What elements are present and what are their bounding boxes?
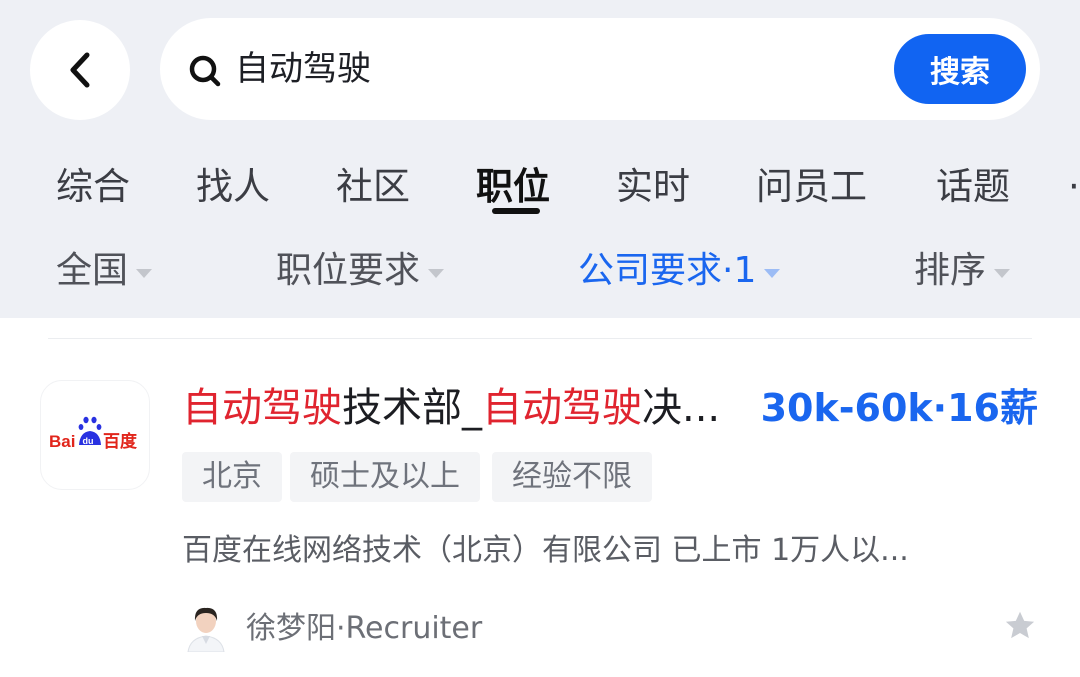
caret-down-icon [428,268,445,278]
tag-experience: 经验不限 [492,452,652,502]
star-icon[interactable] [1002,608,1038,644]
tab-ask-employees[interactable]: 问员工 [756,162,867,212]
company-info: 百度在线网络技术（北京）有限公司 已上市 1万人以... [182,533,909,568]
divider [48,338,1032,339]
filter-sort-label: 排序 [914,250,987,291]
job-title-highlight: 自动驾驶 [482,385,642,431]
tab-people[interactable]: 找人 [196,162,270,212]
tab-community[interactable]: 社区 [336,162,410,212]
active-tab-indicator [492,208,540,214]
filter-job-requirements[interactable]: 职位要求 [276,246,445,296]
filter-job-requirements-label: 职位要求 [276,250,421,291]
svg-text:百度: 百度 [103,431,138,452]
job-title[interactable]: 自动驾驶技术部_自动驾驶决... [182,380,742,436]
search-header: 自动驾驶 搜索 综合 找人 社区 职位 实时 问员工 话题 · 全国 职位要求 … [0,0,1080,318]
filter-company-requirements-label: 公司要求·1 [578,250,757,291]
recruiter-name: 徐梦阳·Recruiter [246,611,483,646]
salary-label: 30k-60k·16薪 [760,386,1038,430]
caret-down-icon [764,268,781,278]
filter-region[interactable]: 全国 [56,246,153,296]
tab-topics[interactable]: 话题 [936,162,1010,212]
recruiter-avatar [187,607,225,652]
tab-comprehensive[interactable]: 综合 [56,162,130,212]
tab-realtime[interactable]: 实时 [616,162,690,212]
job-title-text: 决... [642,385,721,431]
company-logo[interactable]: Bai du 百度 [40,380,150,490]
job-title-highlight: 自动驾驶 [182,385,342,431]
tag-education: 硕士及以上 [290,452,480,502]
filter-region-label: 全国 [56,250,129,291]
caret-down-icon [994,268,1011,278]
chevron-left-icon [70,52,90,88]
svg-text:du: du [83,436,94,446]
baidu-logo-icon: Bai du 百度 [49,416,138,452]
back-button[interactable] [30,20,130,120]
search-button[interactable]: 搜索 [894,34,1026,104]
tab-overflow-hint: · [1068,165,1080,208]
tab-jobs[interactable]: 职位 [476,162,550,212]
svg-text:Bai: Bai [49,432,75,451]
filter-company-requirements[interactable]: 公司要求·1 [578,246,781,296]
tag-location: 北京 [182,452,282,502]
search-input[interactable]: 自动驾驶 [235,44,371,94]
filter-sort[interactable]: 排序 [914,246,1011,296]
caret-down-icon [136,268,153,278]
job-title-text: 技术部_ [342,385,482,431]
search-icon [189,55,221,87]
search-bar[interactable]: 自动驾驶 搜索 [160,18,1040,120]
